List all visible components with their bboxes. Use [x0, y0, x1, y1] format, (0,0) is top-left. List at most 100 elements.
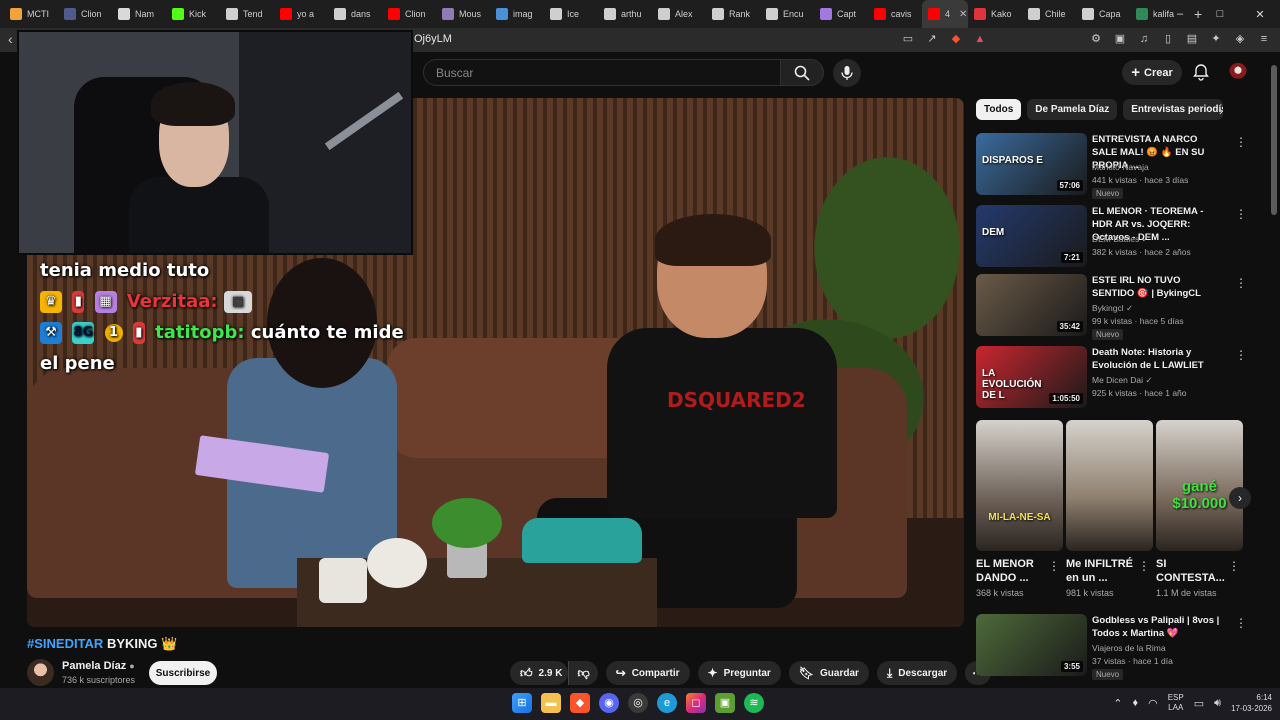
wifi-icon[interactable]: ◠ [1148, 697, 1158, 710]
create-button[interactable]: + Crear [1122, 60, 1182, 85]
browser-tab[interactable]: yo a [274, 0, 328, 28]
browser-tab[interactable]: Rank [706, 0, 760, 28]
save-button[interactable]: 🔖︎ Guardar [788, 661, 869, 685]
close-tab-icon[interactable]: ✕ [959, 9, 967, 20]
browser-tab[interactable]: Capt [814, 0, 868, 28]
vpn-icon[interactable]: ◈ [1232, 31, 1248, 47]
recommendation-item[interactable]: DISPAROS E 57:06 ENTREVISTA A NARCO SALE M… [976, 133, 1266, 199]
browser-tab[interactable]: MCTI [4, 0, 58, 28]
ai-icon[interactable]: ✦ [1208, 31, 1224, 47]
recommendation-channel[interactable]: Me Dicen Dai ✓ [1092, 375, 1153, 386]
back-icon[interactable]: ‹ [8, 31, 13, 47]
shorts-next-button[interactable]: › [1229, 487, 1251, 509]
short-thumbnail[interactable]: MI-LA-NE-SA [976, 420, 1063, 551]
menu-icon[interactable]: ≡ [1256, 31, 1272, 47]
short-thumbnail[interactable] [1066, 420, 1153, 551]
brave-browser-icon[interactable]: ◆ [570, 693, 590, 713]
media-icon[interactable]: ♫ [1136, 31, 1152, 47]
browser-tab[interactable]: Chile [1022, 0, 1076, 28]
subscribe-button[interactable]: Suscribirse [149, 661, 217, 685]
chip-channel[interactable]: De Pamela Díaz [1027, 99, 1118, 120]
close-window-button[interactable]: ✕ [1240, 8, 1280, 21]
browser-tab[interactable]: Kako [968, 0, 1022, 28]
brave-shield-icon[interactable]: ◆ [948, 31, 964, 47]
browser-tab[interactable]: arthu [598, 0, 652, 28]
more-vertical-icon[interactable]: ⋮ [1235, 276, 1247, 290]
search-button[interactable] [780, 59, 824, 86]
recommendation-title[interactable]: ESTE IRL NO TUVO SENTIDO 🎯 | BykingCL [1092, 274, 1222, 300]
minecraft-icon[interactable]: ▣ [715, 693, 735, 713]
clock[interactable]: 6:14 17-03-2026 [1231, 692, 1272, 714]
browser-tab[interactable]: Capa [1076, 0, 1130, 28]
video-thumbnail[interactable]: LA EVOLUCIÓN DE L 1:05:50 [976, 346, 1087, 408]
browser-tab[interactable]: Clion [58, 0, 112, 28]
channel-avatar[interactable] [27, 659, 54, 686]
recommendation-item[interactable]: LA EVOLUCIÓN DE L 1:05:50 Death Note: Hist… [976, 346, 1266, 410]
browser-tab[interactable]: Encu [760, 0, 814, 28]
ask-button[interactable]: ✦ Preguntar [697, 661, 781, 685]
browser-tab[interactable]: Ice [544, 0, 598, 28]
short-title[interactable]: EL MENOR DANDO ... [976, 557, 1046, 585]
share-icon[interactable]: ↗ [924, 31, 940, 47]
browser-tab[interactable]: 4 ✕ [922, 0, 968, 28]
short-title[interactable]: SI CONTESTA... [1156, 557, 1226, 585]
extensions-icon[interactable]: ⚙ [1088, 31, 1104, 47]
recommendation-item[interactable]: DEM 7:21 EL MENOR · TEOREMA - HDR AR vs. J… [976, 205, 1266, 269]
video-title-hashtag[interactable]: #SINEDITAR [27, 636, 103, 651]
wallet-icon[interactable]: ▤ [1184, 31, 1200, 47]
brave-rewards-icon[interactable]: ▲ [972, 31, 988, 47]
more-vertical-icon[interactable]: ⋮ [1228, 559, 1240, 573]
search-input[interactable]: Buscar [423, 59, 781, 86]
download-button[interactable]: ⤓ Descargar [876, 661, 958, 685]
sidebar-icon[interactable]: ▯ [1160, 31, 1176, 47]
chevron-right-icon[interactable]: › [1219, 104, 1223, 118]
edge-icon[interactable]: e [657, 693, 677, 713]
share-button[interactable]: ↪ Compartir [605, 661, 690, 685]
video-thumbnail[interactable]: 35:42 [976, 274, 1087, 336]
video-thumbnail[interactable]: 3:55 [976, 614, 1087, 676]
network-icon[interactable]: ▭ [1194, 697, 1204, 710]
voice-search-button[interactable] [833, 59, 861, 87]
more-vertical-icon[interactable]: ⋮ [1235, 207, 1247, 221]
minimize-button[interactable]: – [1160, 8, 1200, 20]
browser-tab[interactable]: Clion [382, 0, 436, 28]
browser-tab[interactable]: Kick [166, 0, 220, 28]
discord-icon[interactable]: ◉ [599, 693, 619, 713]
obs-icon[interactable]: ◎ [628, 693, 648, 713]
screenshot-icon[interactable]: ▣ [1112, 31, 1128, 47]
more-vertical-icon[interactable]: ⋮ [1235, 135, 1247, 149]
video-thumbnail[interactable]: DISPAROS E 57:06 [976, 133, 1087, 195]
channel-name[interactable]: Pamela Díaz ● [62, 660, 135, 672]
browser-tab[interactable]: Nam [112, 0, 166, 28]
chip-todos[interactable]: Todos [976, 99, 1022, 120]
more-vertical-icon[interactable]: ⋮ [1138, 559, 1150, 573]
url-text[interactable]: Oj6yLM [414, 33, 452, 45]
short-thumbnail[interactable]: gané $10.000 [1156, 420, 1243, 551]
volume-icon[interactable]: 🔊︎ [1214, 697, 1221, 710]
chip-interviews[interactable]: Entrevistas periodísti [1123, 99, 1224, 120]
browser-tab[interactable]: Tend [220, 0, 274, 28]
recommendation-title[interactable]: Godbless vs Palipali | 8vos | Todos x Ma… [1092, 614, 1222, 640]
dislike-button[interactable]: 👎︎ [568, 661, 598, 685]
more-vertical-icon[interactable]: ⋮ [1235, 348, 1247, 362]
short-title[interactable]: Me INFILTRÉ en un ... [1066, 557, 1136, 585]
scrollbar[interactable] [1271, 65, 1277, 215]
cast-icon[interactable]: ▭ [900, 31, 916, 47]
browser-tab[interactable]: Mous [436, 0, 490, 28]
recommendation-channel[interactable]: Bykingcl ✓ [1092, 303, 1133, 314]
more-vertical-icon[interactable]: ⋮ [1235, 616, 1247, 630]
browser-tab[interactable]: dans [328, 0, 382, 28]
windows-start-icon[interactable]: ⊞ [512, 693, 532, 713]
file-explorer-icon[interactable]: ▬ [541, 693, 561, 713]
browser-tab[interactable]: Alex [652, 0, 706, 28]
recommendation-title[interactable]: Death Note: Historia y Evolución de L LA… [1092, 346, 1222, 372]
microphone-tray-icon[interactable]: ♦ [1132, 697, 1138, 709]
video-thumbnail[interactable]: DEM 7:21 [976, 205, 1087, 267]
notifications-bell-icon[interactable] [1192, 63, 1210, 81]
language-indicator[interactable]: ESP LAA [1168, 693, 1184, 713]
recommendation-channel[interactable]: DEM Battles ✓ [1092, 234, 1149, 245]
chevron-up-icon[interactable]: ⌃ [1113, 697, 1122, 710]
recommendation-item[interactable]: 3:55 Godbless vs Palipali | 8vos | Todos… [976, 614, 1266, 680]
more-vertical-icon[interactable]: ⋮ [1048, 559, 1060, 573]
maximize-button[interactable]: □ [1200, 8, 1240, 20]
